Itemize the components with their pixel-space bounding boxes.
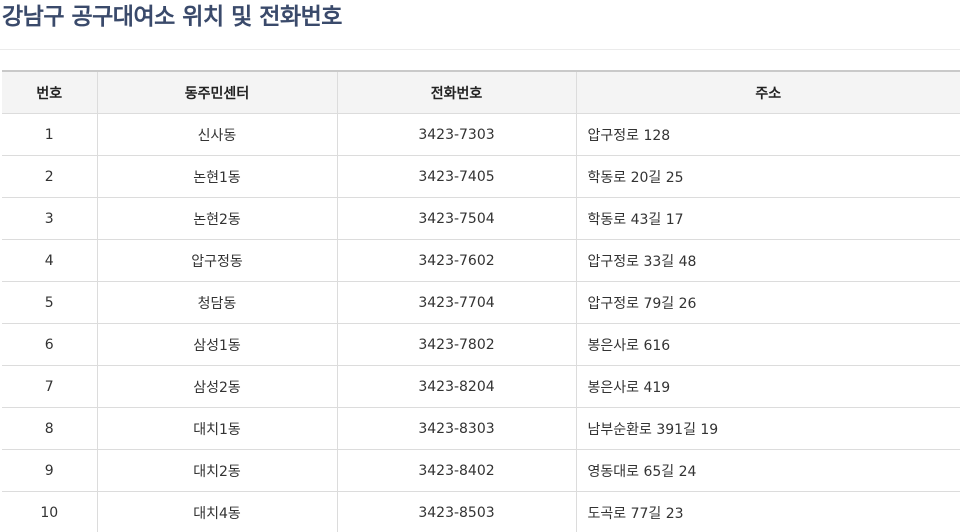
table-row: 4 압구정동 3423-7602 압구정로 33길 48: [2, 239, 960, 282]
cell-phone: 3423-7405: [336, 155, 577, 198]
table-row: 3 논현2동 3423-7504 학동로 43길 17: [2, 197, 960, 240]
table-header-row: 번호 동주민센터 전화번호 주소: [2, 70, 960, 114]
cell-center: 삼성1동: [96, 323, 338, 366]
cell-center: 압구정동: [96, 239, 338, 282]
cell-address: 압구정로 128: [575, 113, 960, 156]
cell-number: 8: [2, 407, 98, 450]
cell-number: 5: [2, 281, 98, 324]
table-row: 6 삼성1동 3423-7802 봉은사로 616: [2, 323, 960, 366]
table-row: 1 신사동 3423-7303 압구정로 128: [2, 113, 960, 156]
table-row: 8 대치1동 3423-8303 남부순환로 391길 19: [2, 407, 960, 450]
cell-address: 압구정로 33길 48: [575, 239, 960, 282]
tool-rental-table: 번호 동주민센터 전화번호 주소 1 신사동 3423-7303 압구정로 12…: [2, 70, 960, 532]
cell-phone: 3423-7704: [336, 281, 577, 324]
title-divider: [0, 49, 960, 50]
cell-center: 삼성2동: [96, 365, 338, 408]
cell-phone: 3423-7504: [336, 197, 577, 240]
cell-address: 학동로 43길 17: [575, 197, 960, 240]
cell-phone: 3423-8204: [336, 365, 577, 408]
cell-center: 논현1동: [96, 155, 338, 198]
header-number: 번호: [2, 70, 98, 114]
cell-number: 10: [2, 491, 98, 532]
table-row: 5 청담동 3423-7704 압구정로 79길 26: [2, 281, 960, 324]
cell-number: 6: [2, 323, 98, 366]
header-community-center: 동주민센터: [96, 70, 338, 114]
cell-address: 영동대로 65길 24: [575, 449, 960, 492]
cell-number: 2: [2, 155, 98, 198]
table-row: 2 논현1동 3423-7405 학동로 20길 25: [2, 155, 960, 198]
cell-center: 청담동: [96, 281, 338, 324]
header-phone: 전화번호: [336, 70, 577, 114]
cell-center: 대치1동: [96, 407, 338, 450]
cell-phone: 3423-7802: [336, 323, 577, 366]
cell-center: 신사동: [96, 113, 338, 156]
cell-number: 3: [2, 197, 98, 240]
cell-address: 학동로 20길 25: [575, 155, 960, 198]
cell-phone: 3423-7303: [336, 113, 577, 156]
cell-address: 봉은사로 419: [575, 365, 960, 408]
table-row: 9 대치2동 3423-8402 영동대로 65길 24: [2, 449, 960, 492]
cell-center: 대치2동: [96, 449, 338, 492]
cell-number: 7: [2, 365, 98, 408]
cell-center: 논현2동: [96, 197, 338, 240]
cell-phone: 3423-8303: [336, 407, 577, 450]
cell-number: 1: [2, 113, 98, 156]
cell-address: 남부순환로 391길 19: [575, 407, 960, 450]
cell-address: 압구정로 79길 26: [575, 281, 960, 324]
cell-address: 도곡로 77길 23: [575, 491, 960, 532]
table-row: 10 대치4동 3423-8503 도곡로 77길 23: [2, 491, 960, 532]
cell-address: 봉은사로 616: [575, 323, 960, 366]
page-title: 강남구 공구대여소 위치 및 전화번호: [2, 4, 342, 30]
cell-phone: 3423-8402: [336, 449, 577, 492]
cell-phone: 3423-8503: [336, 491, 577, 532]
cell-center: 대치4동: [96, 491, 338, 532]
table-row: 7 삼성2동 3423-8204 봉은사로 419: [2, 365, 960, 408]
cell-phone: 3423-7602: [336, 239, 577, 282]
cell-number: 4: [2, 239, 98, 282]
cell-number: 9: [2, 449, 98, 492]
page: 강남구 공구대여소 위치 및 전화번호 번호 동주민센터 전화번호 주소 1 신…: [0, 0, 960, 532]
header-address: 주소: [575, 70, 960, 114]
